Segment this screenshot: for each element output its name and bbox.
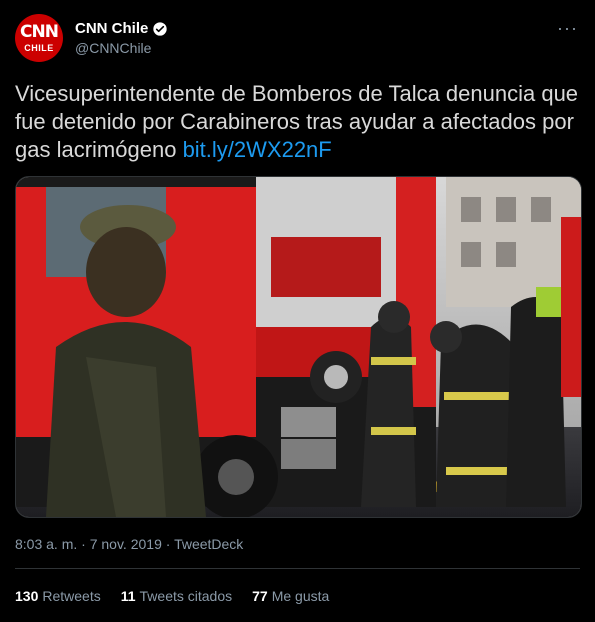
account-names: CNN Chile @CNNChile bbox=[75, 20, 168, 56]
likes-stat[interactable]: 77 Me gusta bbox=[252, 588, 329, 604]
tweet-text: Vicesuperintendente de Bomberos de Talca… bbox=[15, 80, 580, 164]
display-name-row[interactable]: CNN Chile bbox=[75, 20, 168, 37]
tweet-meta: 8:03 a. m. · 7 nov. 2019 · TweetDeck bbox=[15, 536, 243, 552]
photo-illustration bbox=[16, 177, 581, 517]
tweet-source[interactable]: TweetDeck bbox=[174, 536, 243, 552]
divider bbox=[15, 568, 580, 569]
tweet-header: CNN CHILE CNN Chile @CNNChile ··· bbox=[15, 14, 580, 64]
likes-label: Me gusta bbox=[271, 588, 330, 604]
tweet-stats: 130 Retweets 11 Tweets citados 77 Me gusta bbox=[15, 588, 329, 604]
quote-tweets-stat[interactable]: 11 Tweets citados bbox=[121, 588, 232, 604]
tweet-time[interactable]: 8:03 a. m. bbox=[15, 536, 77, 552]
tweet-link[interactable]: bit.ly/2WX22nF bbox=[183, 137, 332, 162]
tweet-photo[interactable] bbox=[15, 176, 582, 518]
quotes-label: Tweets citados bbox=[139, 588, 233, 604]
account-handle[interactable]: @CNNChile bbox=[75, 40, 168, 56]
meta-separator: · bbox=[161, 536, 175, 552]
tweet-date[interactable]: 7 nov. 2019 bbox=[90, 536, 162, 552]
avatar-logo-text: CNN bbox=[20, 21, 59, 42]
quotes-count: 11 bbox=[120, 588, 136, 604]
meta-separator: · bbox=[77, 536, 90, 552]
avatar[interactable]: CNN CHILE bbox=[15, 14, 63, 62]
retweets-label: Retweets bbox=[42, 588, 101, 604]
retweets-count: 130 bbox=[15, 588, 39, 604]
display-name[interactable]: CNN Chile bbox=[75, 20, 148, 37]
verified-badge-icon bbox=[153, 21, 168, 36]
retweets-stat[interactable]: 130 Retweets bbox=[15, 588, 101, 604]
more-options-icon[interactable]: ··· bbox=[557, 18, 578, 39]
avatar-logo-subtext: CHILE bbox=[24, 42, 54, 53]
likes-count: 77 bbox=[252, 588, 268, 604]
